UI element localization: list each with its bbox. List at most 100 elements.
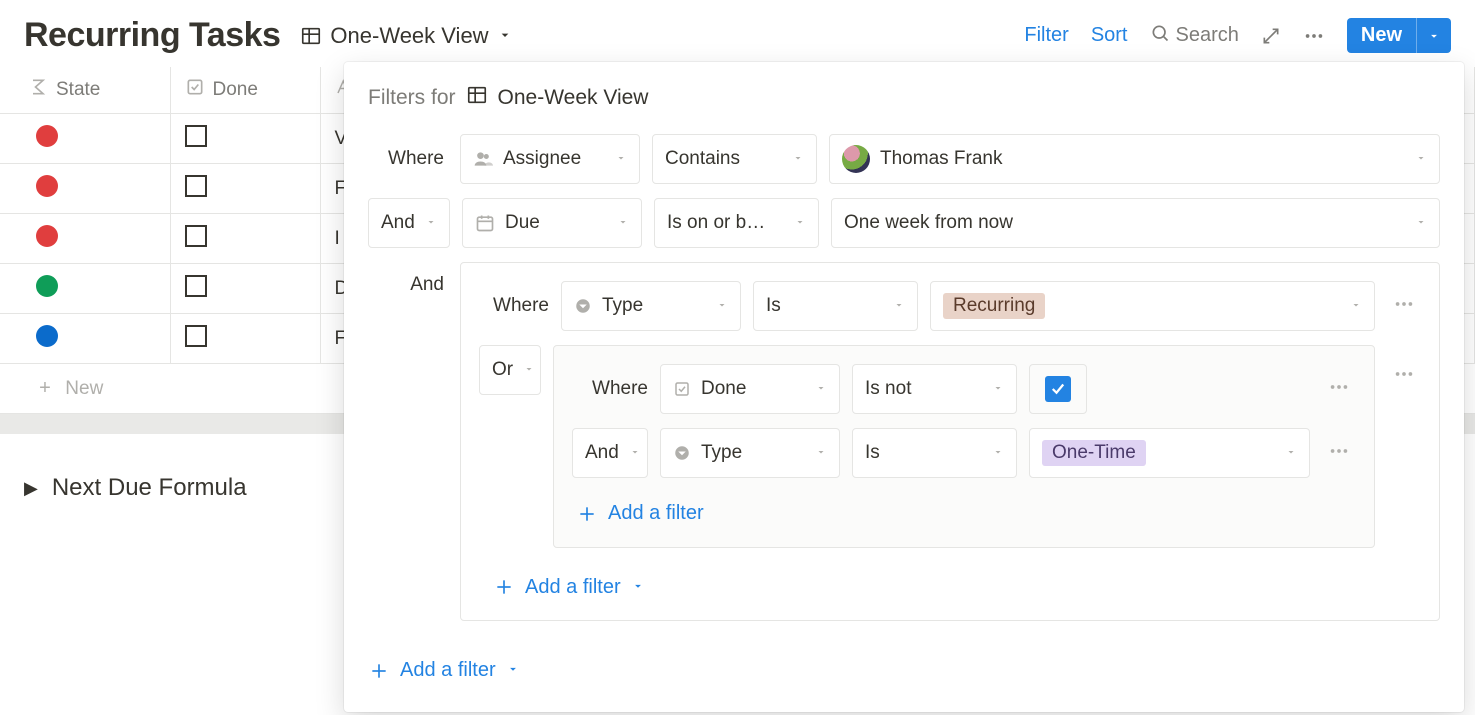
add-filter-label: Add a filter — [525, 576, 621, 599]
plus-icon — [368, 660, 390, 682]
checkbox[interactable] — [185, 325, 207, 347]
col-done[interactable]: Done — [170, 67, 320, 114]
expand-icon[interactable] — [1261, 26, 1281, 46]
group-more-icon[interactable] — [1387, 357, 1421, 396]
add-filter-root[interactable]: Add a filter — [368, 659, 520, 682]
cond-isnot[interactable]: Is not — [852, 364, 1017, 414]
view-name: One-Week View — [330, 23, 488, 49]
chevron-down-icon — [615, 148, 627, 170]
plus-icon — [576, 503, 598, 525]
checkbox[interactable] — [185, 225, 207, 247]
where-label: Where — [368, 148, 448, 170]
chevron-down-icon — [425, 212, 437, 234]
chevron-down-icon — [815, 442, 827, 464]
state-dot — [36, 325, 58, 347]
prop-label: Type — [602, 295, 643, 317]
add-filter-group[interactable]: Add a filter — [493, 576, 645, 599]
col-state-label: State — [56, 79, 100, 101]
page-title: Recurring Tasks — [24, 16, 280, 55]
select-icon — [673, 444, 691, 462]
prop-type-2[interactable]: Type — [660, 428, 840, 478]
plus-icon — [493, 576, 515, 598]
checkbox[interactable] — [185, 175, 207, 197]
chevron-down-icon — [497, 23, 513, 49]
view-selector[interactable]: One-Week View — [300, 23, 512, 49]
cond-label: Is not — [865, 378, 911, 400]
search-button[interactable]: Search — [1150, 23, 1239, 49]
prop-done[interactable]: Done — [660, 364, 840, 414]
cond-is-2[interactable]: Is — [852, 428, 1017, 478]
value-onetime[interactable]: One-Time — [1029, 428, 1310, 478]
chevron-down-icon — [523, 359, 535, 381]
search-label: Search — [1176, 24, 1239, 47]
prop-assignee[interactable]: Assignee — [460, 134, 640, 184]
cond-label: Is on or b… — [667, 212, 765, 234]
checked-icon — [1045, 376, 1071, 402]
chevron-down-icon — [794, 212, 806, 234]
row-text-cut: I — [335, 228, 340, 249]
checkbox[interactable] — [185, 125, 207, 147]
checkbox[interactable] — [185, 275, 207, 297]
col-done-label: Done — [213, 79, 258, 101]
filters-for-label: Filters for — [368, 86, 456, 110]
and-label: And — [368, 262, 448, 296]
value-checked[interactable] — [1029, 364, 1087, 414]
filter-button[interactable]: Filter — [1024, 24, 1068, 47]
rule-more-icon[interactable] — [1387, 287, 1421, 326]
value-oneweek[interactable]: One week from now — [831, 198, 1440, 248]
state-dot — [36, 125, 58, 147]
chevron-down-icon — [992, 378, 1004, 400]
cond-isonorbefore[interactable]: Is on or b… — [654, 198, 819, 248]
avatar — [842, 145, 870, 173]
rule-more-icon[interactable] — [1322, 370, 1356, 409]
op-and-1[interactable]: And — [368, 198, 450, 248]
value-recurring[interactable]: Recurring — [930, 281, 1375, 331]
new-dropdown[interactable] — [1416, 18, 1451, 53]
add-filter-label: Add a filter — [608, 502, 704, 525]
cond-label: Is — [865, 442, 880, 464]
where-label: Where — [479, 295, 549, 317]
table-icon — [300, 25, 322, 47]
chevron-down-icon — [992, 442, 1004, 464]
plus-icon: + — [36, 377, 54, 400]
op-or[interactable]: Or — [479, 345, 541, 395]
person-icon — [473, 149, 493, 169]
prop-type-1[interactable]: Type — [561, 281, 741, 331]
prop-label: Due — [505, 212, 540, 234]
op-label: And — [381, 212, 415, 234]
where-label: Where — [572, 378, 648, 400]
filter-group-1: Where Type Is Recurring — [460, 262, 1440, 621]
sort-button[interactable]: Sort — [1091, 24, 1128, 47]
state-dot — [36, 175, 58, 197]
cond-is-1[interactable]: Is — [753, 281, 918, 331]
table-icon — [466, 84, 488, 112]
new-button[interactable]: New — [1347, 18, 1416, 53]
value-label: One week from now — [844, 212, 1013, 234]
cond-label: Is — [766, 295, 781, 317]
chevron-down-icon — [629, 442, 641, 464]
cond-contains[interactable]: Contains — [652, 134, 817, 184]
add-filter-inner[interactable]: Add a filter — [576, 502, 704, 525]
cond-label: Contains — [665, 148, 740, 170]
chevron-down-icon — [1285, 442, 1297, 464]
rule-more-icon[interactable] — [1322, 434, 1356, 473]
calendar-icon — [475, 213, 495, 233]
value-assignee[interactable]: Thomas Frank — [829, 134, 1440, 184]
toggle-label: Next Due Formula — [52, 474, 247, 502]
op-and-2[interactable]: And — [572, 428, 648, 478]
value-label: Thomas Frank — [880, 148, 1002, 170]
op-label: And — [585, 442, 619, 464]
chevron-down-icon — [893, 295, 905, 317]
chevron-down-icon — [792, 148, 804, 170]
chevron-down-icon — [1415, 212, 1427, 234]
select-icon — [574, 297, 592, 315]
chevron-down-icon — [631, 576, 645, 599]
prop-due[interactable]: Due — [462, 198, 642, 248]
chevron-down-icon — [716, 295, 728, 317]
chevron-down-icon — [1350, 295, 1362, 317]
state-dot — [36, 225, 58, 247]
col-state[interactable]: State — [0, 67, 170, 114]
chevron-down-icon — [617, 212, 629, 234]
more-icon[interactable] — [1303, 25, 1325, 47]
checkbox-icon — [673, 380, 691, 398]
